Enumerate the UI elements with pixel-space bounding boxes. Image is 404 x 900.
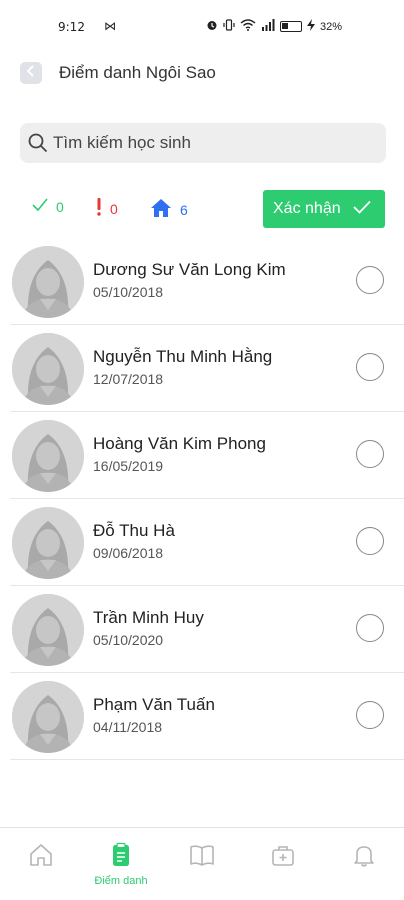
student-row[interactable]: Dương Sư Văn Long Kim 05/10/2018 xyxy=(10,238,404,325)
default-avatar-icon xyxy=(12,333,84,405)
medical-bag-icon xyxy=(270,842,296,873)
attendance-radio[interactable] xyxy=(356,266,384,294)
notification-icon: ⋈ xyxy=(104,19,116,33)
charging-icon xyxy=(307,19,315,34)
attendance-radio[interactable] xyxy=(356,614,384,642)
default-avatar-icon xyxy=(12,594,84,666)
student-row[interactable]: Hoàng Văn Kim Phong 16/05/2019 xyxy=(10,412,404,499)
student-dob: 16/05/2019 xyxy=(93,458,164,474)
avatar xyxy=(12,507,84,579)
attendance-radio[interactable] xyxy=(356,527,384,555)
student-row[interactable]: Phạm Văn Tuấn 04/11/2018 xyxy=(10,673,404,760)
default-avatar-icon xyxy=(12,420,84,492)
home-icon xyxy=(150,198,172,221)
student-name: Phạm Văn Tuấn xyxy=(93,695,215,714)
search-input[interactable] xyxy=(53,123,373,163)
back-button[interactable] xyxy=(20,62,42,84)
avatar xyxy=(12,246,84,318)
nav-item-diary[interactable] xyxy=(162,842,242,892)
student-row[interactable]: Đỗ Thu Hà 09/06/2018 xyxy=(10,499,404,586)
attendance-radio[interactable] xyxy=(356,701,384,729)
bottom-nav: Điểm danh xyxy=(0,827,404,900)
student-name: Hoàng Văn Kim Phong xyxy=(93,434,266,453)
student-dob: 04/11/2018 xyxy=(93,719,163,735)
student-dob: 05/10/2020 xyxy=(93,632,164,648)
absent-count: 0 xyxy=(110,200,118,217)
student-dob: 12/07/2018 xyxy=(93,371,164,387)
alarm-icon xyxy=(206,19,218,34)
student-name: Nguyễn Thu Minh Hằng xyxy=(93,347,273,366)
vibrate-icon xyxy=(223,19,235,34)
book-icon xyxy=(189,842,215,873)
search-bar xyxy=(20,123,386,163)
house-icon xyxy=(28,842,54,873)
nav-item-health[interactable] xyxy=(243,842,323,892)
attendance-radio[interactable] xyxy=(356,353,384,381)
student-list: Dương Sư Văn Long Kim 05/10/2018 Nguyễn … xyxy=(10,238,404,760)
exclamation-icon xyxy=(96,198,102,219)
page-title: Điểm danh Ngôi Sao xyxy=(59,63,216,82)
app-header: Điểm danh Ngôi Sao xyxy=(0,55,404,91)
bell-icon xyxy=(351,842,377,873)
avatar xyxy=(12,681,84,753)
battery-level: 32% xyxy=(320,20,343,33)
battery-icon xyxy=(280,21,302,32)
default-avatar-icon xyxy=(12,681,84,753)
absent-stat: 0 xyxy=(96,198,118,219)
nav-label-attendance: Điểm danh xyxy=(94,875,148,887)
confirm-button[interactable]: Xác nhận xyxy=(263,190,385,228)
wifi-icon xyxy=(240,19,256,34)
search-icon xyxy=(28,133,48,158)
nav-item-notifications[interactable] xyxy=(324,842,404,892)
avatar xyxy=(12,420,84,492)
status-bar: 9:12 ⋈ 32% xyxy=(0,0,404,52)
student-dob: 09/06/2018 xyxy=(93,545,164,561)
student-name: Dương Sư Văn Long Kim xyxy=(93,260,286,279)
attendance-summary: 0 0 6 Xác nhận xyxy=(0,190,404,228)
chevron-left-icon xyxy=(26,64,36,82)
present-count: 0 xyxy=(56,198,64,215)
student-name: Đỗ Thu Hà xyxy=(93,521,175,540)
attendance-radio[interactable] xyxy=(356,440,384,468)
clipboard-icon xyxy=(108,842,134,873)
signal-icon xyxy=(261,19,275,34)
avatar xyxy=(12,333,84,405)
checkmark-icon xyxy=(353,200,371,219)
home-stat: 6 xyxy=(150,198,188,221)
status-time: 9:12 xyxy=(58,20,85,34)
nav-item-attendance[interactable]: Điểm danh xyxy=(81,842,161,892)
student-row[interactable]: Trần Minh Huy 05/10/2020 xyxy=(10,586,404,673)
avatar xyxy=(12,594,84,666)
default-avatar-icon xyxy=(12,246,84,318)
student-dob: 05/10/2018 xyxy=(93,284,164,300)
status-icons: 32% xyxy=(206,19,342,34)
nav-item-home[interactable] xyxy=(1,842,81,892)
confirm-label: Xác nhận xyxy=(273,200,341,217)
checkmark-icon xyxy=(32,198,48,215)
home-count: 6 xyxy=(180,201,188,218)
present-stat: 0 xyxy=(32,198,64,215)
student-name: Trần Minh Huy xyxy=(93,608,204,627)
default-avatar-icon xyxy=(12,507,84,579)
student-row[interactable]: Nguyễn Thu Minh Hằng 12/07/2018 xyxy=(10,325,404,412)
